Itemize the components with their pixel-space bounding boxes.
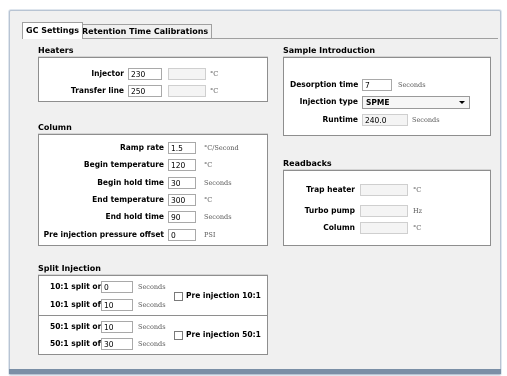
column-title: Column [38, 123, 72, 132]
split-50-on-input[interactable]: 10 [101, 321, 133, 333]
desorption-time-unit: Seconds [398, 81, 426, 89]
split-50-on-unit: Seconds [138, 323, 166, 331]
begin-hold-time-input[interactable]: 30 [168, 177, 196, 189]
turbo-pump-label: Turbo pump [304, 206, 355, 215]
injector-unit: °C [210, 70, 219, 78]
split-10-on-unit: Seconds [138, 283, 166, 291]
split-10-on-label: 10:1 split on [50, 282, 103, 291]
pre-injection-10-label: Pre injection 10:1 [186, 291, 261, 300]
split-50-on-label: 50:1 split on [50, 322, 103, 331]
end-temperature-unit: °C [204, 196, 213, 204]
chevron-down-icon [459, 101, 465, 104]
split-50-off-unit: Seconds [138, 340, 166, 348]
split-10-off-input[interactable]: 10 [101, 299, 133, 311]
begin-temperature-input[interactable]: 120 [168, 159, 196, 171]
begin-temperature-label: Begin temperature [83, 160, 164, 169]
injector-label: Injector [91, 69, 124, 78]
trap-heater-label: Trap heater [306, 185, 355, 194]
desorption-time-label: Desorption time [290, 80, 359, 89]
trap-heater-unit: °C [413, 186, 422, 194]
column-readback [360, 222, 408, 234]
split-10-on-input[interactable]: 0 [101, 281, 133, 293]
trap-heater-readback [360, 184, 408, 196]
injection-type-value: SPME [366, 98, 390, 107]
runtime-input: 240.0 [362, 114, 408, 126]
pre-injection-pressure-offset-input[interactable]: 0 [168, 229, 196, 241]
split-10-off-label: 10:1 split off [50, 300, 104, 309]
end-hold-time-input[interactable]: 90 [168, 211, 196, 223]
begin-temperature-unit: °C [204, 161, 213, 169]
turbo-pump-readback [360, 205, 408, 217]
heaters-title: Heaters [38, 46, 74, 55]
pre-injection-50-checkbox[interactable] [174, 331, 183, 340]
split-injection-divider [39, 315, 267, 316]
transfer-line-readback [168, 85, 206, 97]
split-injection-title: Split Injection [38, 264, 101, 273]
end-temperature-label: End temperature [92, 195, 164, 204]
turbo-pump-unit: Hz [413, 207, 423, 215]
injector-input[interactable]: 230 [128, 68, 162, 80]
tab-retention-time-calibrations[interactable]: Retention Time Calibrations [78, 24, 213, 38]
injector-readback [168, 68, 206, 80]
sample-introduction-title: Sample Introduction [283, 46, 376, 55]
pre-injection-10-checkbox[interactable] [174, 292, 183, 301]
ramp-rate-label: Ramp rate [119, 143, 164, 152]
split-50-off-label: 50:1 split off [50, 339, 104, 348]
desorption-time-input[interactable]: 7 [362, 79, 392, 91]
end-temperature-input[interactable]: 300 [168, 194, 196, 206]
transfer-line-input[interactable]: 250 [128, 85, 162, 97]
begin-hold-time-unit: Seconds [204, 179, 232, 187]
begin-hold-time-label: Begin hold time [97, 178, 164, 187]
tab-gc-settings[interactable]: GC Settings [22, 22, 83, 39]
runtime-label: Runtime [322, 115, 358, 124]
end-hold-time-label: End hold time [105, 212, 164, 221]
split-50-off-input[interactable]: 30 [101, 338, 133, 350]
column-readback-label: Column [323, 223, 355, 232]
window-bottom-bar [9, 369, 501, 374]
transfer-line-label: Transfer line [70, 86, 124, 95]
column-readback-unit: °C [413, 224, 422, 232]
ramp-rate-input[interactable]: 1.5 [168, 142, 196, 154]
runtime-unit: Seconds [412, 116, 440, 124]
injection-type-select[interactable]: SPME [362, 96, 470, 109]
pre-injection-pressure-offset-label: Pre injection pressure offset [43, 230, 164, 239]
pre-injection-50-label: Pre injection 50:1 [186, 330, 261, 339]
readbacks-title: Readbacks [283, 159, 332, 168]
transfer-line-unit: °C [210, 87, 219, 95]
ramp-rate-unit: °C/Second [204, 144, 239, 152]
end-hold-time-unit: Seconds [204, 213, 232, 221]
injection-type-label: Injection type [299, 97, 358, 106]
pre-injection-pressure-offset-unit: PSI [204, 231, 216, 239]
split-10-off-unit: Seconds [138, 301, 166, 309]
